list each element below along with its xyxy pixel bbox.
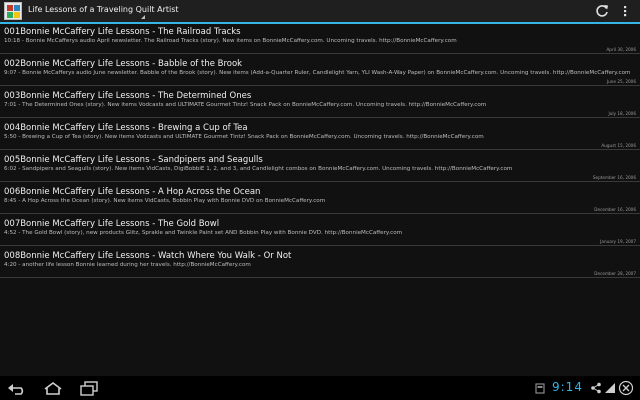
refresh-icon bbox=[596, 5, 608, 17]
list-item[interactable]: 004Bonnie McCaffery Life Lessons - Brewi… bbox=[0, 120, 640, 150]
spinner-corner-icon bbox=[141, 15, 145, 19]
episode-title: 001Bonnie McCaffery Life Lessons - The R… bbox=[4, 27, 241, 37]
overflow-menu-icon bbox=[624, 6, 627, 17]
app-title[interactable]: Life Lessons of a Traveling Quilt Artist bbox=[28, 5, 179, 14]
episode-date: January 19, 2007 bbox=[600, 239, 636, 244]
episode-date: June 25, 2006 bbox=[606, 79, 636, 84]
back-button[interactable] bbox=[6, 380, 28, 396]
system-bar: 9:14 bbox=[0, 376, 640, 400]
episode-title: 005Bonnie McCaffery Life Lessons - Sandp… bbox=[4, 155, 263, 165]
action-bar: Life Lessons of a Traveling Quilt Artist bbox=[0, 0, 640, 24]
episode-title: 003Bonnie McCaffery Life Lessons - The D… bbox=[4, 91, 252, 101]
episode-summary: 10:18 - Bonnie McCafferys audio April ne… bbox=[4, 38, 457, 44]
episode-summary: 9:07 - Bonnie McCafferys audio June news… bbox=[4, 70, 631, 76]
episode-date: September 16, 2006 bbox=[592, 175, 636, 180]
storage-icon bbox=[535, 383, 545, 394]
episode-summary: 4:20 - another life lesson Bonnie learne… bbox=[4, 262, 251, 268]
episode-date: December 28, 2007 bbox=[594, 271, 636, 276]
list-item[interactable]: 002Bonnie McCaffery Life Lessons - Babbl… bbox=[0, 56, 640, 86]
list-item[interactable]: 008Bonnie McCaffery Life Lessons - Watch… bbox=[0, 248, 640, 278]
quilt-app-icon[interactable] bbox=[4, 2, 22, 20]
episode-title: 002Bonnie McCaffery Life Lessons - Babbl… bbox=[4, 59, 243, 69]
back-icon bbox=[8, 384, 24, 395]
episode-date: August 15, 2006 bbox=[601, 143, 636, 148]
list-item[interactable]: 005Bonnie McCaffery Life Lessons - Sandp… bbox=[0, 152, 640, 182]
refresh-button[interactable] bbox=[594, 3, 610, 19]
episode-summary: 6:02 - Sandpipers and Seagulls (story). … bbox=[4, 166, 513, 172]
episode-title: 004Bonnie McCaffery Life Lessons - Brewi… bbox=[4, 123, 248, 133]
share-icon bbox=[591, 382, 601, 394]
home-button[interactable] bbox=[42, 380, 64, 396]
signal-icon bbox=[605, 383, 615, 393]
episode-summary: 7:01 - The Determined Ones (story). New … bbox=[4, 102, 487, 108]
episode-title: 007Bonnie McCaffery Life Lessons - The G… bbox=[4, 219, 220, 229]
list-item[interactable]: 007Bonnie McCaffery Life Lessons - The G… bbox=[0, 216, 640, 246]
list-item[interactable]: 006Bonnie McCaffery Life Lessons - A Hop… bbox=[0, 184, 640, 214]
episode-date: December 16, 2006 bbox=[594, 207, 636, 212]
episode-list[interactable]: 001Bonnie McCaffery Life Lessons - The R… bbox=[0, 24, 640, 280]
overflow-menu-button[interactable] bbox=[617, 3, 633, 19]
list-item[interactable]: 001Bonnie McCaffery Life Lessons - The R… bbox=[0, 24, 640, 54]
recent-apps-button[interactable] bbox=[78, 380, 100, 396]
episode-date: April 30, 2006 bbox=[606, 47, 636, 52]
episode-title: 008Bonnie McCaffery Life Lessons - Watch… bbox=[4, 251, 292, 261]
home-icon bbox=[44, 382, 62, 395]
list-item[interactable]: 003Bonnie McCaffery Life Lessons - The D… bbox=[0, 88, 640, 118]
recent-apps-icon bbox=[80, 381, 98, 396]
episode-title: 006Bonnie McCaffery Life Lessons - A Hop… bbox=[4, 187, 261, 197]
close-circle-icon[interactable] bbox=[618, 380, 634, 396]
episode-date: July 18, 2006 bbox=[608, 111, 636, 116]
system-clock: 9:14 bbox=[552, 380, 583, 394]
episode-summary: 4:52 - The Gold Bowl (story), new produc… bbox=[4, 230, 403, 236]
episode-summary: 8:45 - A Hop Across the Ocean (story). N… bbox=[4, 198, 326, 204]
episode-summary: 5:50 - Brewing a Cup of Tea (story). New… bbox=[4, 134, 484, 140]
